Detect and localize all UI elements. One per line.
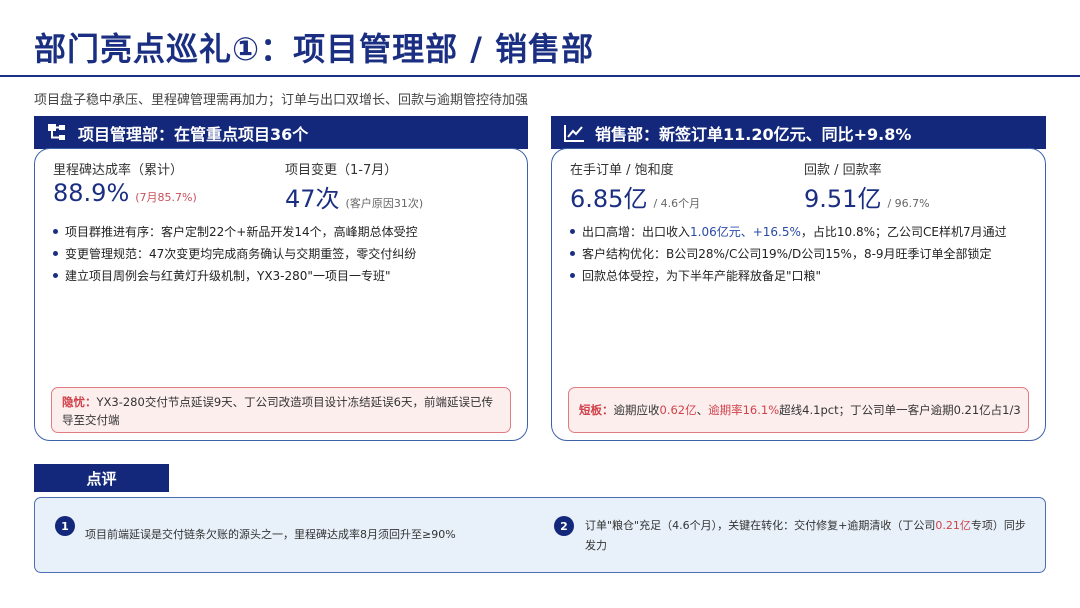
project-risk-callout: 隐忧：YX3-280交付节点延误9天、丁公司改造项目设计冻结延误6天，前端延误已… bbox=[51, 387, 511, 433]
review-header: 点评 bbox=[34, 464, 169, 492]
backlog-value: 6.85亿 bbox=[570, 185, 648, 213]
backlog-kpi: 6.85亿 / 4.6个月 bbox=[570, 179, 700, 214]
bullet-dot bbox=[53, 251, 58, 256]
backlog-note: / 4.6个月 bbox=[653, 197, 701, 210]
bullet-dot bbox=[53, 273, 58, 278]
project-panel: 里程碑达成率（累计） 88.9% (7月85.7%) 项目变更（1-7月） 47… bbox=[34, 148, 528, 441]
project-panel-header: 项目管理部：在管重点项目36个 bbox=[34, 116, 528, 149]
risk-tag: 短板： bbox=[579, 403, 614, 417]
bullet-dot bbox=[570, 229, 575, 234]
milestone-rate-note: (7月85.7%) bbox=[135, 191, 197, 204]
risk-text: YX3-280交付节点延误9天、丁公司改造项目设计冻结延误6天，前端延误已传导至… bbox=[62, 395, 493, 427]
project-change-note: (客户原因31次) bbox=[345, 197, 424, 210]
project-change-label: 项目变更（1-7月） bbox=[285, 163, 398, 178]
review-number-badge: 2 bbox=[554, 516, 574, 536]
review-item-1: 项目前端延误是交付链条欠账的源头之一，里程碑达成率8月须回升至≥90% bbox=[85, 528, 456, 541]
review-item-2: 订单"粮仓"充足（4.6个月），关键在转化：交付修复+逾期清收（丁公司0.21亿… bbox=[585, 519, 1026, 552]
sales-bullet-list: 出口高增：出口收入1.06亿元、+16.5%，占比10.8%；乙公司CE样机7月… bbox=[570, 221, 1035, 287]
trend-chart-icon bbox=[563, 122, 585, 144]
bullet-dot bbox=[570, 251, 575, 256]
project-change-value: 47次 bbox=[285, 185, 340, 213]
list-item: 变更管理规范：47次变更均完成商务确认与交期重签，零交付纠纷 bbox=[53, 243, 517, 265]
list-item: 出口高增：出口收入1.06亿元、+16.5%，占比10.8%；乙公司CE样机7月… bbox=[570, 221, 1035, 243]
review-box: 1 项目前端延误是交付链条欠账的源头之一，里程碑达成率8月须回升至≥90% 2 … bbox=[34, 497, 1046, 573]
project-change-kpi: 47次 (客户原因31次) bbox=[285, 179, 423, 214]
list-item: 回款总体受控，为下半年产能释放备足"口粮" bbox=[570, 265, 1035, 287]
sales-risk-callout: 短板： 逾期应收 0.62亿、逾期率16.1% 超线4.1pct；丁公司单一客户逾期0… bbox=[568, 387, 1029, 433]
list-item: 客户结构优化：B公司28%/C公司19%/D公司15%，8-9月旺季订单全部锁定 bbox=[570, 243, 1035, 265]
milestone-rate-kpi: 88.9% (7月85.7%) bbox=[53, 179, 197, 207]
collection-value: 9.51亿 bbox=[804, 185, 882, 213]
page-subtitle: 项目盘子稳中承压、里程碑管理需再加力；订单与出口双增长、回款与逾期管控待加强 bbox=[34, 93, 529, 108]
sales-panel-title: 销售部：新签订单11.20亿元、同比+9.8% bbox=[595, 124, 912, 144]
collection-label: 回款 / 回款率 bbox=[804, 163, 882, 178]
milestone-rate-value: 88.9% bbox=[53, 179, 130, 207]
org-chart-icon bbox=[46, 122, 68, 144]
bullet-dot bbox=[570, 273, 575, 278]
review-number-badge: 1 bbox=[55, 516, 75, 536]
page-title: 部门亮点巡礼①：项目管理部 / 销售部 bbox=[34, 30, 595, 68]
title-divider bbox=[0, 75, 1080, 77]
list-item: 项目群推进有序：客户定制22个+新品开发14个，高峰期总体受控 bbox=[53, 221, 517, 243]
sales-panel-header: 销售部：新签订单11.20亿元、同比+9.8% bbox=[551, 116, 1046, 149]
list-item: 建立项目周例会与红黄灯升级机制，YX3-280"一项目一专班" bbox=[53, 265, 517, 287]
backlog-label: 在手订单 / 饱和度 bbox=[570, 163, 674, 178]
project-panel-title: 项目管理部：在管重点项目36个 bbox=[78, 124, 309, 144]
collection-note: / 96.7% bbox=[887, 197, 930, 210]
collection-kpi: 9.51亿 / 96.7% bbox=[804, 179, 930, 214]
bullet-dot bbox=[53, 229, 58, 234]
milestone-rate-label: 里程碑达成率（累计） bbox=[53, 163, 184, 178]
risk-tag: 隐忧： bbox=[62, 395, 97, 409]
sales-panel: 在手订单 / 饱和度 6.85亿 / 4.6个月 回款 / 回款率 9.51亿 … bbox=[551, 148, 1046, 441]
project-bullet-list: 项目群推进有序：客户定制22个+新品开发14个，高峰期总体受控 变更管理规范：4… bbox=[53, 221, 517, 287]
